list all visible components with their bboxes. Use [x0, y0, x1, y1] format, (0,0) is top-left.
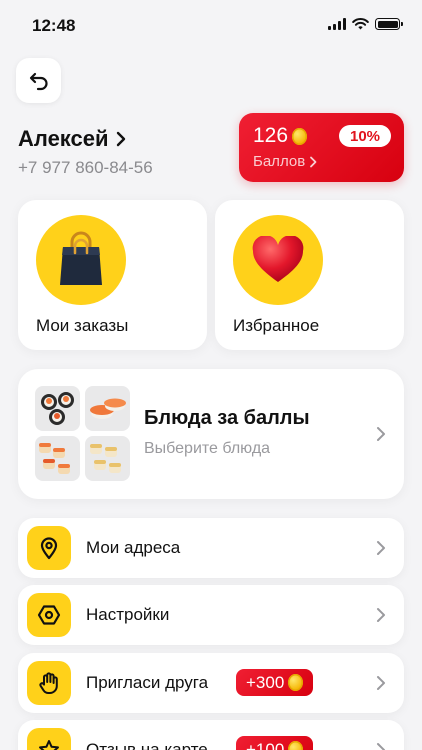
hand-icon — [27, 661, 71, 705]
dishes-title: Блюда за баллы — [144, 407, 310, 429]
menu-label: Мои адреса — [86, 538, 181, 557]
bonus-label: Баллов — [253, 153, 318, 170]
chevron-right-icon — [116, 131, 125, 147]
battery-icon — [375, 18, 403, 30]
dishes-image-grid — [35, 386, 131, 482]
bonus-label-text: Баллов — [253, 153, 306, 170]
heart-icon — [233, 215, 323, 305]
menu-label: Настройки — [86, 605, 170, 624]
status-bar: 12:48 — [0, 0, 422, 48]
menu-item-invite-friend[interactable]: Пригласи друга +300 — [18, 653, 404, 713]
sushi-image — [85, 386, 130, 431]
wifi-icon — [352, 18, 369, 30]
coin-icon — [288, 674, 304, 691]
menu-label: Пригласи друга — [86, 673, 209, 692]
status-icons — [328, 18, 403, 30]
chevron-right-icon — [377, 541, 385, 555]
sushi-image — [85, 436, 130, 481]
profile-name-link[interactable]: Алексей — [18, 126, 127, 152]
menu-label: Отзыв на карте — [86, 740, 208, 750]
bonus-card[interactable]: 126 10% Баллов — [239, 113, 404, 182]
my-orders-tile[interactable]: Мои заказы — [18, 200, 207, 350]
profile-phone: +7 977 860-84-56 — [18, 158, 153, 177]
status-time: 12:48 — [32, 16, 76, 35]
sushi-image — [35, 386, 80, 431]
sushi-image — [35, 436, 80, 481]
back-arrow-icon — [29, 72, 48, 90]
settings-hexagon-icon — [27, 593, 71, 637]
chevron-right-icon — [377, 676, 385, 690]
bonus-points-value: 126 — [253, 124, 289, 147]
bonus-badge: +100 — [236, 736, 314, 750]
chevron-right-icon — [377, 608, 385, 622]
menu-item-addresses[interactable]: Мои адреса — [18, 518, 404, 578]
chevron-right-icon — [310, 156, 317, 167]
dishes-subtitle: Выберите блюда — [144, 440, 271, 457]
chevron-right-icon — [377, 743, 385, 750]
coin-icon — [288, 741, 304, 750]
chevron-right-icon — [377, 427, 385, 441]
bonus-badge-value: +100 — [246, 739, 285, 750]
star-icon — [27, 728, 71, 750]
coin-icon — [292, 127, 308, 145]
bonus-badge-value: +300 — [246, 672, 285, 692]
cellular-signal-icon — [328, 18, 346, 30]
profile-name: Алексей — [18, 126, 109, 151]
menu-item-settings[interactable]: Настройки — [18, 585, 404, 645]
location-pin-icon — [27, 526, 71, 570]
favorites-tile[interactable]: Избранное — [215, 200, 404, 350]
menu-item-map-review[interactable]: Отзыв на карте +100 — [18, 720, 404, 750]
bonus-points: 126 — [253, 124, 308, 148]
bonus-percent-badge: 10% — [339, 125, 391, 147]
dishes-for-points-card[interactable]: Блюда за баллы Выберите блюда — [18, 369, 404, 499]
favorites-label: Избранное — [233, 316, 320, 335]
back-button[interactable] — [16, 58, 61, 103]
bonus-badge: +300 — [236, 669, 314, 696]
shopping-bag-icon — [36, 215, 126, 305]
my-orders-label: Мои заказы — [36, 316, 129, 335]
